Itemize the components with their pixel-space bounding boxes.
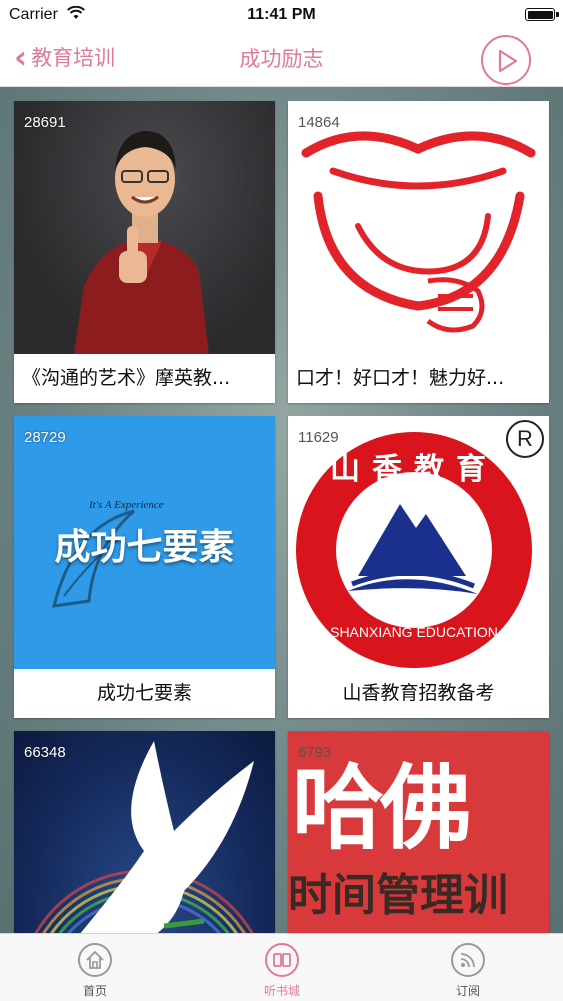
play-count: 28729 — [24, 429, 66, 446]
cover-bottom-text: SHANXIANG EDUCATION — [330, 624, 498, 640]
tab-label: 听书城 — [263, 984, 300, 998]
cover-subtext: It's A Experience — [89, 499, 164, 511]
cover-big-text: 哈佛 — [292, 755, 472, 862]
book-title: 《沟通的艺术》摩英教... — [22, 367, 231, 389]
play-count: 14864 — [298, 114, 340, 131]
play-count: 66348 — [24, 744, 66, 761]
play-icon — [498, 49, 518, 73]
book-icon — [265, 943, 299, 977]
page-title: 成功励志 — [239, 47, 324, 71]
cover-top-text: 山香教育 — [330, 452, 498, 487]
tab-label: 首页 — [82, 984, 107, 998]
cover-title: 成功七要素 — [54, 527, 235, 568]
battery-icon — [525, 8, 559, 21]
rss-icon — [451, 943, 485, 977]
book-card[interactable]: 66348 — [14, 731, 275, 933]
clock: 11:41 PM — [247, 6, 316, 23]
book-card[interactable]: 山香教育 SHANXIANG EDUCATION R 11629 山香教育招教备… — [288, 416, 549, 718]
book-cover: 28691 — [14, 101, 275, 354]
cover-small-text: 时间管理训 — [288, 870, 508, 921]
home-icon — [78, 943, 112, 977]
book-title: 成功七要素 — [96, 682, 192, 704]
play-count: 6793 — [298, 744, 332, 761]
nav-bar: ‹ 教育培训 成功励志 — [0, 30, 563, 87]
book-cover: 哈佛 时间管理训 6793 — [288, 731, 549, 933]
book-card[interactable]: 14864 口才！好口才！魅力好... — [288, 101, 549, 403]
book-card[interactable]: 哈佛 时间管理训 6793 — [288, 731, 549, 933]
play-count: 11629 — [298, 429, 339, 446]
book-cover: 14864 — [288, 101, 549, 354]
tab-bar: 首页 听书城 订阅 — [0, 933, 563, 1001]
status-bar: Carrier 11:41 PM — [0, 0, 563, 30]
book-cover: It's A Experience 成功七要素 28729 — [14, 416, 275, 669]
book-title: 口才！好口才！魅力好... — [296, 367, 505, 389]
book-cover: 山香教育 SHANXIANG EDUCATION R 11629 — [288, 416, 549, 669]
book-cover: 66348 — [14, 731, 275, 933]
tab-home[interactable]: 首页 — [35, 934, 155, 1001]
book-card[interactable]: 28691 《沟通的艺术》摩英教... — [14, 101, 275, 403]
book-grid[interactable]: 28691 《沟通的艺术》摩英教... 14864 口才！好口才！魅力好... — [0, 87, 563, 933]
play-button[interactable] — [481, 35, 531, 85]
tab-bookstore[interactable]: 听书城 — [222, 934, 342, 1001]
book-card[interactable]: It's A Experience 成功七要素 28729 成功七要素 — [14, 416, 275, 718]
tab-label: 订阅 — [455, 984, 480, 998]
play-count: 28691 — [24, 114, 66, 131]
tab-subscribe[interactable]: 订阅 — [408, 934, 528, 1001]
book-title: 山香教育招教备考 — [342, 682, 495, 704]
registered-mark-icon: R — [506, 420, 544, 458]
